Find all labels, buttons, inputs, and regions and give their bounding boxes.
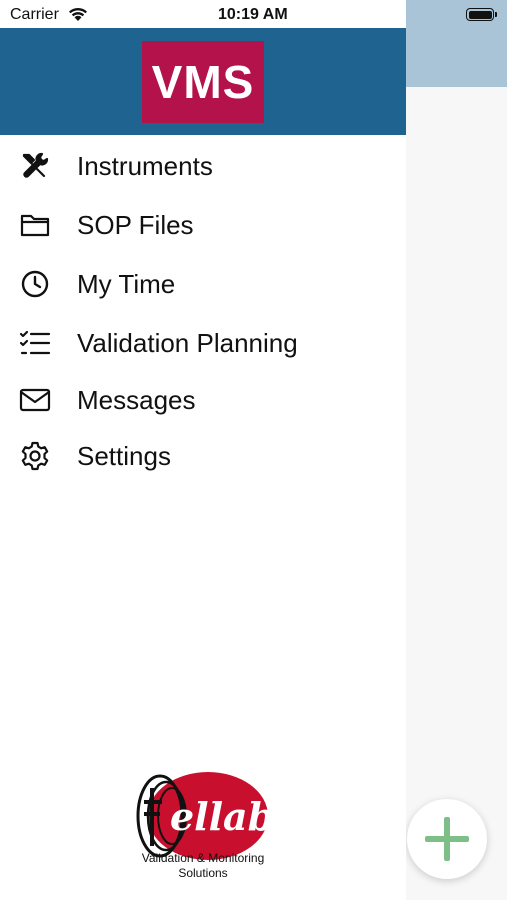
menu-item-messages[interactable]: Messages — [0, 372, 406, 428]
menu-item-my-time[interactable]: My Time — [0, 256, 406, 312]
wifi-icon — [69, 7, 87, 21]
status-time: 10:19 AM — [218, 6, 288, 23]
folder-icon — [18, 208, 52, 242]
menu-item-sop-files[interactable]: SOP Files — [0, 197, 406, 253]
checklist-icon — [18, 326, 52, 360]
footer-tagline-line1: Validation & Monitoring — [141, 851, 265, 865]
menu-header: VMS — [0, 28, 406, 135]
envelope-icon — [18, 383, 52, 417]
menu-item-label: Messages — [77, 384, 196, 415]
background-app-panel[interactable] — [406, 0, 507, 900]
add-button[interactable] — [407, 799, 487, 879]
menu-item-settings[interactable]: Settings — [0, 428, 406, 484]
menu-item-label: Instruments — [77, 150, 213, 181]
footer-tagline-line2: Solutions — [178, 866, 228, 880]
plus-icon — [425, 817, 469, 861]
gear-icon — [18, 439, 52, 473]
menu-item-label: Validation Planning — [77, 327, 298, 358]
menu-item-label: Settings — [77, 440, 171, 471]
wrench-screwdriver-icon — [18, 149, 52, 183]
side-menu-drawer: Carrier 10:19 AM VMS Instruments SOP Fil… — [0, 0, 406, 900]
menu-item-label: SOP Files — [77, 209, 194, 240]
menu-item-instruments[interactable]: Instruments — [0, 138, 406, 194]
footer-tagline: Validation & Monitoring Solutions — [118, 851, 288, 881]
menu-item-validation-planning[interactable]: Validation Planning — [0, 315, 406, 371]
clock-icon — [18, 267, 52, 301]
battery-icon — [466, 8, 497, 21]
ellab-logo-text: ellab — [170, 794, 274, 839]
menu-item-label: My Time — [77, 268, 176, 299]
carrier-label: Carrier — [10, 6, 59, 23]
status-bar: Carrier 10:19 AM — [0, 0, 406, 28]
vms-logo: VMS — [142, 41, 264, 123]
